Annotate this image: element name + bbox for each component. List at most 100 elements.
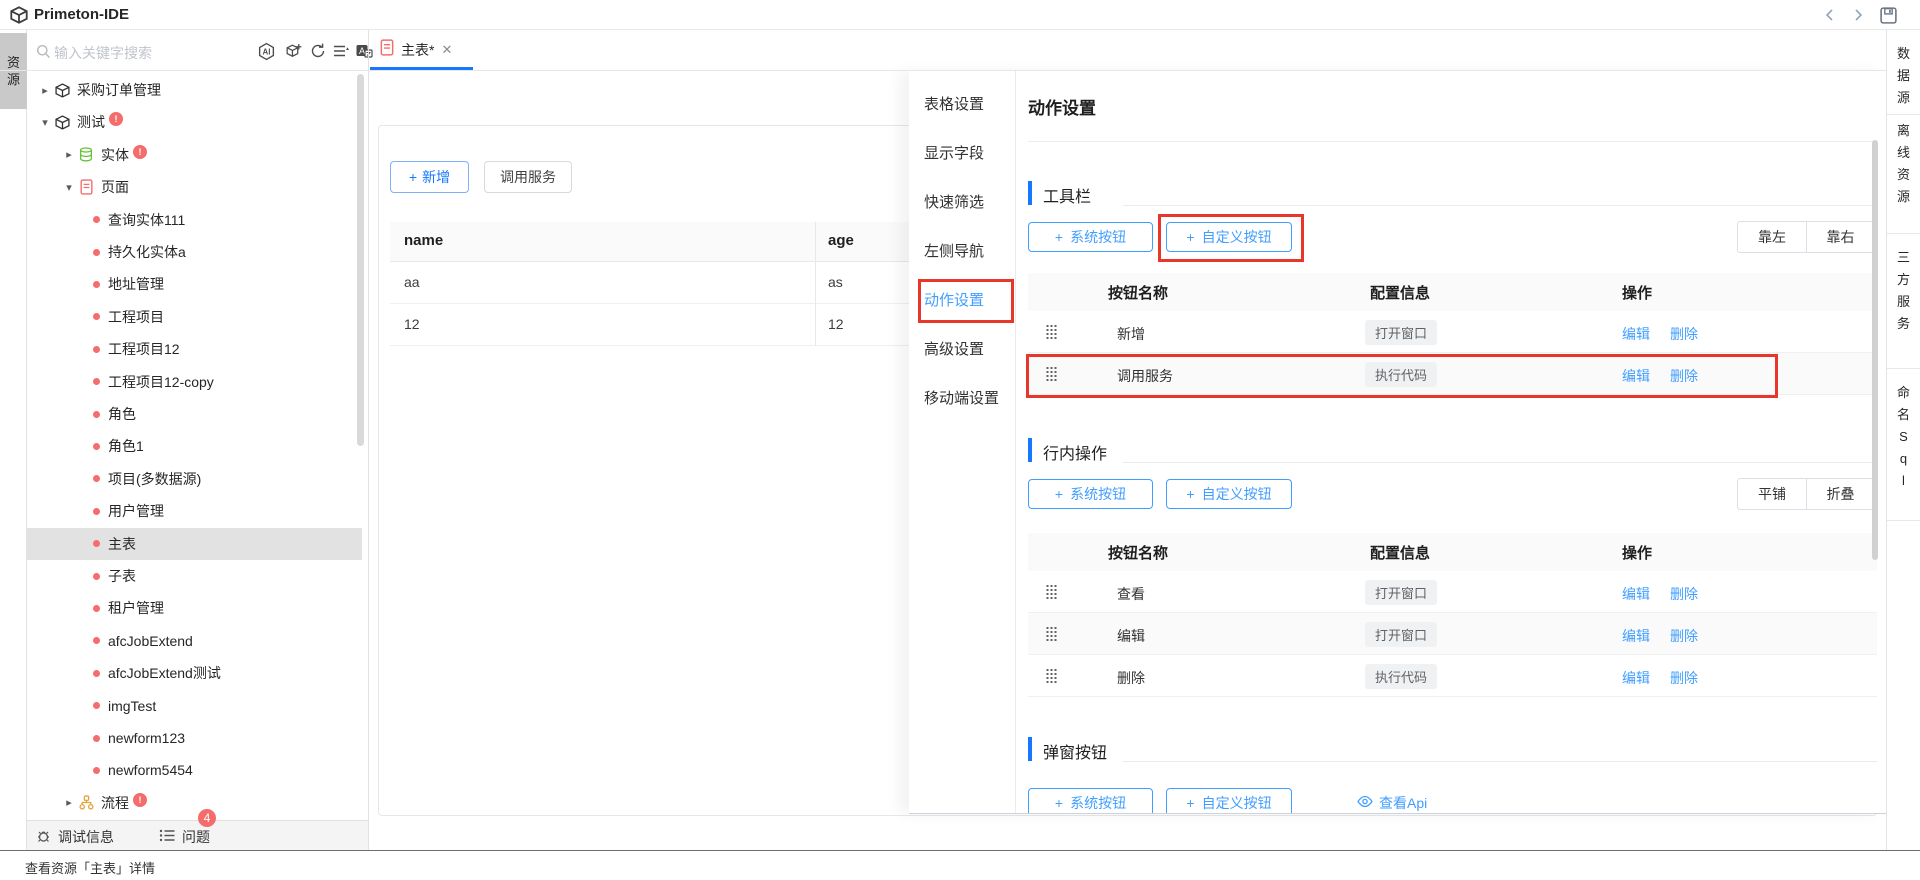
dot-icon bbox=[93, 411, 100, 418]
tile-button[interactable]: 平铺 bbox=[1738, 479, 1806, 509]
edit-link[interactable]: 编辑 bbox=[1622, 366, 1650, 386]
edit-link[interactable]: 编辑 bbox=[1622, 324, 1650, 344]
system-button-add[interactable]: +系统按钮 bbox=[1028, 479, 1153, 509]
chevron-down-icon[interactable]: ▾ bbox=[61, 181, 77, 194]
tree-item[interactable]: afcJobExtend bbox=[27, 625, 362, 657]
drag-handle-icon[interactable] bbox=[1046, 585, 1057, 604]
button-name: 调用服务 bbox=[1117, 366, 1173, 386]
tree-item[interactable]: ▸实体! bbox=[27, 139, 362, 171]
problems-button[interactable]: 问题 bbox=[159, 827, 210, 847]
settings-menu-item[interactable]: 显示字段 bbox=[924, 143, 984, 165]
refresh-icon[interactable] bbox=[307, 42, 329, 60]
delete-link[interactable]: 删除 bbox=[1670, 324, 1698, 344]
resource-explorer: 输入关键字搜索 AI A ▸采购订单管理▾测试!▸实体!▾页面查询实体111持久… bbox=[27, 30, 368, 820]
nav-back-icon[interactable] bbox=[1820, 5, 1840, 25]
rail-tab-resources[interactable]: 资源 bbox=[0, 33, 27, 109]
collapse-button[interactable]: 折叠 bbox=[1806, 479, 1874, 509]
tab-main-table[interactable]: 主表* ✕ bbox=[372, 30, 473, 70]
delete-link[interactable]: 删除 bbox=[1670, 584, 1698, 604]
right-rail-tab[interactable]: 三方服务 bbox=[1887, 247, 1920, 335]
tree-item[interactable]: 持久化实体a bbox=[27, 236, 362, 268]
tree-item[interactable]: 工程项目 bbox=[27, 301, 362, 333]
right-rail-tab[interactable]: 离线资源 bbox=[1887, 120, 1920, 208]
cube-icon bbox=[55, 115, 70, 130]
settings-menu-item[interactable]: 动作设置 bbox=[924, 290, 984, 312]
tab-label: 主表* bbox=[401, 40, 434, 60]
tree-item[interactable]: imgTest bbox=[27, 690, 362, 722]
tree-item[interactable]: 用户管理 bbox=[27, 495, 362, 527]
tree-item[interactable]: 查询实体111 bbox=[27, 204, 362, 236]
tree-item[interactable]: 角色1 bbox=[27, 430, 362, 462]
settings-menu-item[interactable]: 表格设置 bbox=[924, 94, 984, 116]
tree-item[interactable]: 租户管理 bbox=[27, 592, 362, 624]
view-api-link[interactable]: 查看Api bbox=[1357, 793, 1427, 813]
chevron-right-icon[interactable]: ▸ bbox=[61, 796, 77, 809]
button-config-row: 查看打开窗口编辑删除 bbox=[1028, 571, 1877, 613]
drag-handle-icon[interactable] bbox=[1046, 367, 1057, 386]
search-input[interactable]: 输入关键字搜索 bbox=[54, 43, 152, 63]
config-tag: 打开窗口 bbox=[1365, 580, 1437, 605]
chevron-right-icon[interactable]: ▸ bbox=[37, 84, 53, 97]
rail-tab-char: 离 bbox=[1887, 120, 1920, 142]
delete-link[interactable]: 删除 bbox=[1670, 626, 1698, 646]
edit-link[interactable]: 编辑 bbox=[1622, 626, 1650, 646]
edit-link[interactable]: 编辑 bbox=[1622, 584, 1650, 604]
custom-button-add[interactable]: +自定义按钮 bbox=[1166, 788, 1292, 814]
delete-link[interactable]: 删除 bbox=[1670, 668, 1698, 688]
tree-item[interactable]: 角色 bbox=[27, 398, 362, 430]
column-header: 按钮名称 bbox=[1108, 282, 1168, 303]
settings-menu-item[interactable]: 快速筛选 bbox=[924, 192, 984, 214]
chevron-right-icon[interactable]: ▸ bbox=[61, 148, 77, 161]
collapse-list-icon[interactable] bbox=[330, 42, 352, 60]
chevron-down-icon[interactable]: ▾ bbox=[37, 116, 53, 129]
drag-handle-icon[interactable] bbox=[1046, 669, 1057, 688]
canvas-add-button[interactable]: + 新增 bbox=[390, 161, 469, 193]
database-icon bbox=[77, 147, 95, 162]
debug-info-button[interactable]: 调试信息 bbox=[35, 827, 114, 847]
align-left-button[interactable]: 靠左 bbox=[1738, 222, 1806, 252]
column-header: 按钮名称 bbox=[1108, 542, 1168, 563]
tree-scrollbar[interactable] bbox=[357, 74, 364, 446]
tree-item[interactable]: newform5454 bbox=[27, 754, 362, 786]
tree-item[interactable]: afcJobExtend测试 bbox=[27, 657, 362, 689]
tab-close-icon[interactable]: ✕ bbox=[441, 42, 452, 58]
delete-link[interactable]: 删除 bbox=[1670, 366, 1698, 386]
tree-item[interactable]: 子表 bbox=[27, 560, 362, 592]
tree-item[interactable]: 地址管理 bbox=[27, 268, 362, 300]
settings-menu-item[interactable]: 左侧导航 bbox=[924, 241, 984, 263]
error-badge: ! bbox=[133, 793, 147, 807]
tree-item[interactable]: ▾页面 bbox=[27, 171, 362, 203]
custom-button-add[interactable]: +自定义按钮 bbox=[1166, 479, 1292, 509]
error-badge: ! bbox=[109, 112, 123, 126]
align-right-button[interactable]: 靠右 bbox=[1806, 222, 1874, 252]
settings-menu-item[interactable]: 移动端设置 bbox=[924, 388, 999, 410]
page-icon bbox=[77, 179, 95, 195]
plus-icon: + bbox=[409, 169, 417, 185]
column-header: 配置信息 bbox=[1370, 282, 1430, 303]
tree-item[interactable]: 主表 bbox=[27, 528, 362, 560]
drag-handle-icon[interactable] bbox=[1046, 627, 1057, 646]
tree-item[interactable]: 项目(多数据源) bbox=[27, 463, 362, 495]
cube-add-icon[interactable] bbox=[282, 42, 304, 60]
nav-forward-icon[interactable] bbox=[1848, 5, 1868, 25]
tree-item[interactable]: 工程项目12-copy bbox=[27, 366, 362, 398]
system-button-add[interactable]: +系统按钮 bbox=[1028, 222, 1153, 252]
tree-item[interactable]: ▸流程! bbox=[27, 787, 362, 819]
tree-item[interactable]: ▸采购订单管理 bbox=[27, 74, 362, 106]
save-icon[interactable] bbox=[1878, 5, 1898, 25]
drawer-scrollbar[interactable] bbox=[1872, 140, 1878, 560]
right-rail-tab[interactable]: 数据源 bbox=[1887, 43, 1920, 109]
dot-icon bbox=[93, 702, 100, 709]
column-header: 操作 bbox=[1622, 282, 1652, 303]
tree-item[interactable]: newform123 bbox=[27, 722, 362, 754]
tree-item[interactable]: 工程项目12 bbox=[27, 333, 362, 365]
system-button-add[interactable]: +系统按钮 bbox=[1028, 788, 1153, 814]
tree-item[interactable]: ▾测试! bbox=[27, 106, 362, 138]
ai-icon[interactable]: AI bbox=[255, 42, 277, 60]
edit-link[interactable]: 编辑 bbox=[1622, 668, 1650, 688]
canvas-call-service-button[interactable]: 调用服务 bbox=[484, 161, 572, 193]
drag-handle-icon[interactable] bbox=[1046, 325, 1057, 344]
custom-button-add[interactable]: +自定义按钮 bbox=[1166, 222, 1292, 252]
settings-menu-item[interactable]: 高级设置 bbox=[924, 339, 984, 361]
right-rail-tab[interactable]: 命名Sql bbox=[1887, 382, 1920, 492]
